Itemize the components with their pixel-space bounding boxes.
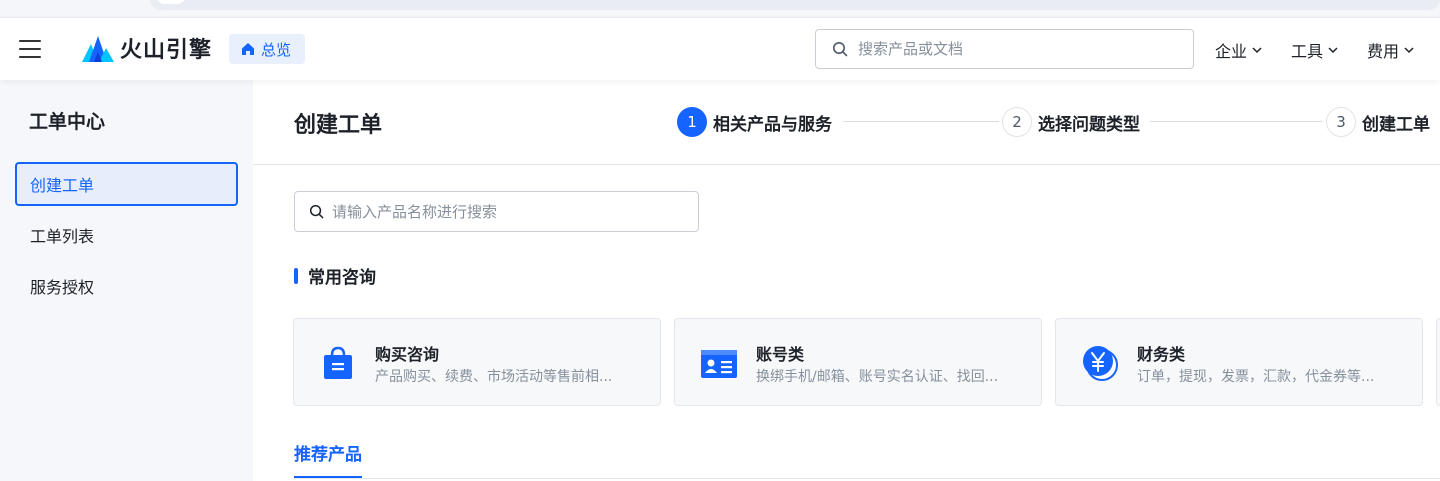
step-label: 创建工单 <box>1362 114 1430 135</box>
menu-enterprise-label: 企业 <box>1215 42 1248 61</box>
overview-button[interactable]: 总览 <box>229 34 306 64</box>
menu-tools[interactable]: 工具 <box>1291 38 1339 62</box>
step-label: 相关产品与服务 <box>713 114 832 135</box>
chevron-down-icon <box>1252 47 1262 54</box>
step-label: 选择问题类型 <box>1038 114 1140 135</box>
home-icon <box>242 43 254 55</box>
card-description: 换绑手机/邮箱、账号实名认证、找回... <box>756 369 999 385</box>
menu-billing-label: 费用 <box>1367 42 1400 61</box>
step-number: 3 <box>1326 107 1356 137</box>
section-accent-bar <box>294 267 298 284</box>
sidebar-item-service-auth[interactable]: 服务授权 <box>15 264 238 308</box>
step-3: 3 创建工单 <box>1326 107 1430 137</box>
step-2: 2 选择问题类型 <box>1002 107 1140 137</box>
global-search-box[interactable] <box>815 29 1194 69</box>
card-title: 账号类 <box>756 345 805 364</box>
volcano-logo-icon <box>82 36 114 62</box>
section-title: 常用咨询 <box>308 268 376 288</box>
sidebar: 工单中心 创建工单 工单列表 服务授权 <box>0 80 253 481</box>
sidebar-title: 工单中心 <box>29 111 106 133</box>
step-connector <box>1150 121 1322 122</box>
global-search-input[interactable] <box>858 40 1158 58</box>
sidebar-item-label: 创建工单 <box>30 176 95 195</box>
step-1: 1 相关产品与服务 <box>677 107 832 137</box>
overview-label: 总览 <box>261 40 292 59</box>
id-card-icon <box>701 350 737 378</box>
sidebar-item-label: 服务授权 <box>30 278 95 297</box>
main-content: 创建工单 1 相关产品与服务 2 选择问题类型 3 创建工单 常用咨询 <box>253 80 1440 481</box>
step-number: 1 <box>677 107 707 137</box>
search-icon <box>309 204 324 219</box>
card-title: 财务类 <box>1137 345 1186 364</box>
product-search-box[interactable] <box>294 191 699 232</box>
menu-tools-label: 工具 <box>1291 42 1324 61</box>
product-search-input[interactable] <box>332 202 682 221</box>
card-title: 购买咨询 <box>375 345 440 364</box>
section-heading: 常用咨询 <box>294 263 376 288</box>
card-description: 订单，提现，发票，汇款，代金券等... <box>1137 369 1375 385</box>
chevron-down-icon <box>1404 47 1414 54</box>
card-description: 产品购买、续费、市场活动等售前相... <box>375 369 613 385</box>
sidebar-item-ticket-list[interactable]: 工单列表 <box>15 213 238 257</box>
main-header: 创建工单 1 相关产品与服务 2 选择问题类型 3 创建工单 <box>253 80 1440 165</box>
consult-card-account[interactable]: 账号类 换绑手机/邮箱、账号实名认证、找回... <box>674 318 1042 406</box>
shopping-bag-icon <box>324 346 352 379</box>
browser-chrome-strip <box>0 0 1440 18</box>
yuan-coin-icon <box>1083 346 1118 381</box>
step-connector <box>843 121 999 122</box>
brand-name: 火山引擎 <box>120 38 213 63</box>
consult-card-next-partial[interactable] <box>1436 318 1440 406</box>
menu-billing[interactable]: 费用 <box>1367 38 1415 62</box>
sidebar-item-create-ticket[interactable]: 创建工单 <box>15 162 238 206</box>
step-number: 2 <box>1002 107 1032 137</box>
sidebar-item-label: 工单列表 <box>30 227 95 246</box>
search-icon <box>833 42 848 57</box>
page-title: 创建工单 <box>294 113 383 138</box>
brand-logo[interactable]: 火山引擎 <box>82 32 212 64</box>
chevron-down-icon <box>1328 47 1338 54</box>
tabs-divider <box>294 478 1440 479</box>
hamburger-menu-icon[interactable] <box>19 40 41 58</box>
tab-recommended-products[interactable]: 推荐产品 <box>294 440 362 478</box>
menu-enterprise[interactable]: 企业 <box>1215 38 1263 62</box>
consult-card-finance[interactable]: 财务类 订单，提现，发票，汇款，代金券等... <box>1055 318 1423 406</box>
browser-address-bar[interactable] <box>150 0 1440 10</box>
consult-card-purchase[interactable]: 购买咨询 产品购买、续费、市场活动等售前相... <box>293 318 661 406</box>
top-navigation-bar: 火山引擎 总览 企业 工具 费用 <box>0 18 1440 80</box>
